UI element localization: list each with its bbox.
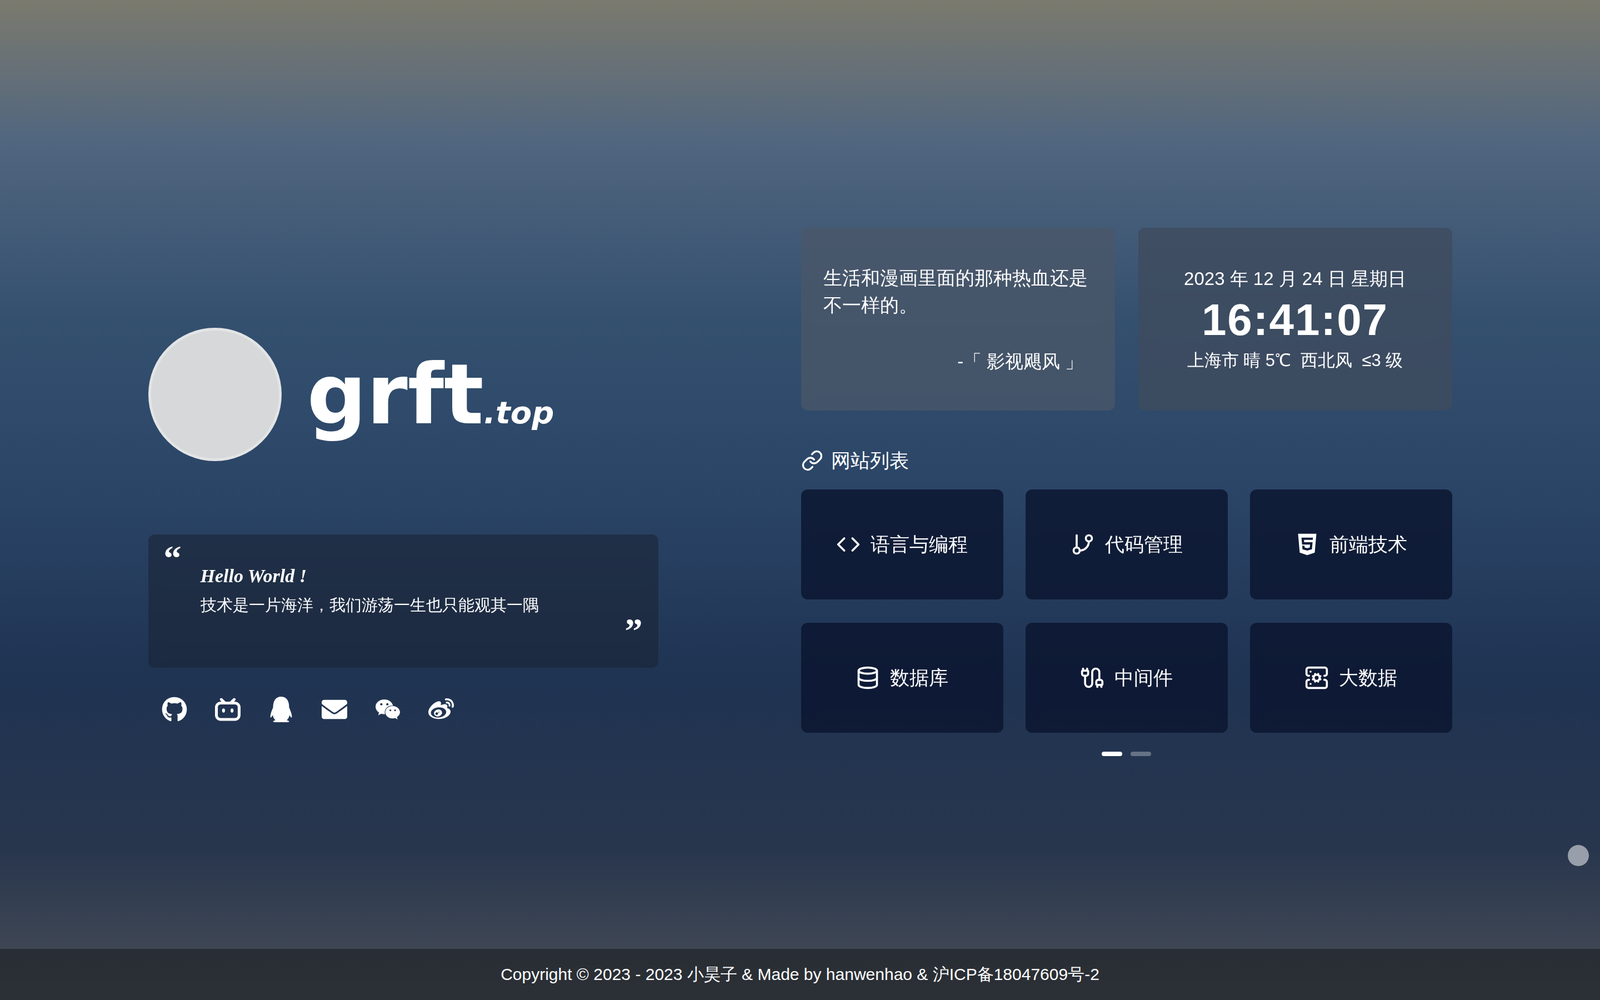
database-icon xyxy=(855,665,880,690)
site-card-label: 大数据 xyxy=(1338,665,1398,690)
clock-card: 2023 年 12 月 24 日 星期日 16:41:07 上海市 晴 5℃ 西北风… xyxy=(1138,227,1453,411)
site-card-label: 中间件 xyxy=(1114,665,1173,690)
hitokoto-source: -「 影视飓风 」 xyxy=(823,347,1093,376)
qq-icon[interactable] xyxy=(268,696,294,723)
hello-title: Hello World ! xyxy=(200,564,643,589)
clock-time: 16:41:07 xyxy=(1201,297,1389,343)
sites-header: 网站列表 xyxy=(801,448,1453,473)
sites-title: 网站列表 xyxy=(831,448,909,473)
profile-section: grft.top “Hello World ! 技术是一片海洋，我们游荡一生也只能观… xyxy=(148,327,659,723)
mail-icon[interactable] xyxy=(321,696,348,723)
footer-text: Copyright © 2023 - 2023 小昊子 & Made by ha… xyxy=(500,963,1100,985)
git-branch-icon xyxy=(1070,532,1095,557)
site-card[interactable]: 代码管理 xyxy=(1025,489,1228,600)
hello-card: “Hello World ! 技术是一片海洋，我们游荡一生也只能观其一隅” xyxy=(148,534,659,668)
wechat-icon[interactable] xyxy=(375,696,401,723)
link-icon xyxy=(801,449,824,472)
site-card-label: 语言与编程 xyxy=(870,532,968,557)
dashboard-section: 生活和漫画里面的那种热血还是不一样的。 -「 影视飓风 」 2023 年 12 月 … xyxy=(801,227,1453,757)
avatar xyxy=(148,327,282,462)
home-page: grft.top “Hello World ! 技术是一片海洋，我们游荡一生也只能观… xyxy=(0,0,1600,1000)
social-links xyxy=(148,696,659,723)
site-card[interactable]: 大数据 xyxy=(1250,622,1453,733)
bilibili-icon[interactable] xyxy=(215,696,241,723)
github-icon[interactable] xyxy=(161,696,188,723)
logo-main: grft xyxy=(307,352,484,437)
big-data-icon xyxy=(1304,665,1329,690)
close-quote: ” xyxy=(625,615,643,638)
site-card[interactable]: 中间件 xyxy=(1025,622,1228,733)
code-icon xyxy=(836,532,861,557)
open-quote: “ xyxy=(163,542,643,565)
site-card[interactable]: 数据库 xyxy=(801,622,1004,733)
profile-header: grft.top xyxy=(148,327,659,462)
hitokoto-card: 生活和漫画里面的那种热血还是不一样的。 -「 影视飓风 」 xyxy=(801,227,1115,411)
site-card-label: 代码管理 xyxy=(1105,532,1183,557)
logo-suffix: .top xyxy=(483,397,555,429)
sites-grid: 语言与编程 代码管理 前端技术数据库 中间件 大数据 xyxy=(801,489,1453,733)
hello-text: Hello World ! 技术是一片海洋，我们游荡一生也只能观其一隅 xyxy=(163,564,643,615)
site-card-label: 前端技术 xyxy=(1329,532,1408,557)
html5-icon xyxy=(1295,532,1320,557)
clock-weather: 上海市 晴 5℃ 西北风 ≤3 级 xyxy=(1187,350,1404,372)
site-card-label: 数据库 xyxy=(890,665,949,690)
clock-date: 2023 年 12 月 24 日 星期日 xyxy=(1183,267,1407,290)
hitokoto-text: 生活和漫画里面的那种热血还是不一样的。 xyxy=(823,264,1093,320)
main-content: grft.top “Hello World ! 技术是一片海洋，我们游荡一生也只能观… xyxy=(0,0,1600,949)
hello-subtitle: 技术是一片海洋，我们游荡一生也只能观其一隅 xyxy=(200,595,643,615)
middleware-icon xyxy=(1080,665,1105,690)
pagination-dot[interactable] xyxy=(1130,751,1152,757)
top-cards: 生活和漫画里面的那种热血还是不一样的。 -「 影视飓风 」 2023 年 12 月 … xyxy=(801,227,1453,411)
site-logo: grft.top xyxy=(307,352,555,437)
weibo-icon[interactable] xyxy=(428,696,454,723)
site-card[interactable]: 前端技术 xyxy=(1250,489,1453,600)
site-card[interactable]: 语言与编程 xyxy=(801,489,1004,600)
pagination xyxy=(801,751,1453,757)
music-toggle[interactable] xyxy=(1567,845,1589,867)
pagination-dot[interactable] xyxy=(1101,751,1123,757)
footer: Copyright © 2023 - 2023 小昊子 & Made by ha… xyxy=(0,948,1600,1000)
